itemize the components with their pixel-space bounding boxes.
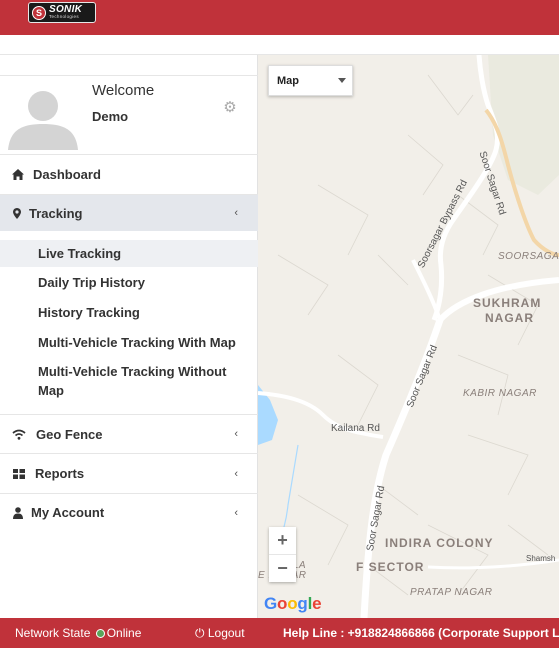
logout-link[interactable]: ⏻ Logout xyxy=(195,626,245,641)
network-state: Network State Online xyxy=(15,626,141,640)
area-label: PRATAP NAGAR xyxy=(410,587,493,598)
area-label: SOORSAGA xyxy=(498,251,559,262)
online-status-icon xyxy=(95,629,105,638)
wifi-icon xyxy=(12,427,26,441)
submenu-item-multi-vehicle-with-map[interactable]: Multi-Vehicle Tracking With Map xyxy=(0,333,258,352)
logo-mark-icon: S xyxy=(32,5,46,20)
sidebar-item-geo-fence[interactable]: Geo Fence ‹ xyxy=(0,415,258,453)
sidebar-item-tracking[interactable]: Tracking ‹ xyxy=(0,195,258,231)
area-label: F SECTOR xyxy=(356,560,425,574)
sidebar-item-label: Dashboard xyxy=(33,167,101,182)
user-profile-panel: Welcome Demo ⚙ xyxy=(0,75,258,155)
sidebar-item-label: My Account xyxy=(31,505,105,520)
logout-label: Logout xyxy=(207,626,245,640)
google-logo[interactable]: Google xyxy=(264,594,322,614)
map-view[interactable]: Map Soor Sagar Rd Soorsagar Bypass Rd SO… xyxy=(258,55,559,618)
sidebar-item-label: Geo Fence xyxy=(36,426,103,442)
zoom-in-button[interactable]: + xyxy=(269,527,296,554)
home-icon xyxy=(11,168,25,182)
helpline-text: Help Line : +918824866866 (Corporate Sup… xyxy=(283,626,559,640)
area-label: KABIR NAGAR xyxy=(463,388,537,399)
submenu-item-multi-vehicle-without-map[interactable]: Multi-Vehicle Tracking Without Map xyxy=(0,362,245,400)
submenu-item-daily-trip-history[interactable]: Daily Trip History xyxy=(0,273,258,292)
network-label: Network State xyxy=(15,626,91,640)
map-type-select[interactable]: Map xyxy=(268,65,353,96)
submenu-item-history-tracking[interactable]: History Tracking xyxy=(0,303,258,322)
chevron-left-icon: ‹ xyxy=(234,506,238,519)
chevron-left-icon: ‹ xyxy=(234,207,238,219)
road-label: Kailana Rd xyxy=(331,423,380,434)
sidebar-item-reports[interactable]: Reports ‹ xyxy=(0,454,258,493)
sidebar-item-dashboard[interactable]: Dashboard xyxy=(0,155,258,194)
caret-down-icon xyxy=(338,78,346,83)
sidebar-item-my-account[interactable]: My Account ‹ xyxy=(0,494,258,531)
username: Demo xyxy=(92,109,129,124)
network-status: Online xyxy=(106,626,142,640)
top-header-bar: S SONIK Technologies xyxy=(0,0,559,35)
user-icon xyxy=(11,506,25,520)
avatar xyxy=(8,84,78,150)
bottom-strip xyxy=(0,648,559,660)
sidebar-item-label: Tracking xyxy=(29,205,83,221)
map-zoom-controls: + − xyxy=(269,527,296,582)
sidebar-item-label: Reports xyxy=(35,466,85,481)
grid-icon xyxy=(12,467,26,481)
zoom-out-button[interactable]: − xyxy=(269,555,296,582)
gear-icon[interactable]: ⚙ xyxy=(222,100,238,116)
map-tiles xyxy=(258,55,559,618)
area-label: SUKHRAM xyxy=(473,296,542,310)
power-icon: ⏻ xyxy=(195,626,205,640)
area-label: NAGAR xyxy=(485,311,534,325)
chevron-left-icon: ‹ xyxy=(234,467,238,480)
chevron-left-icon: ‹ xyxy=(234,428,238,440)
welcome-text: Welcome xyxy=(92,82,155,99)
logo-sub: Technologies xyxy=(49,14,79,20)
area-label: INDIRA COLONY xyxy=(385,536,494,550)
secondary-header-bar xyxy=(0,35,559,55)
sidebar: Welcome Demo ⚙ Dashboard Tracking ‹ Live… xyxy=(0,55,258,618)
footer-bar: Network State Online ⏻ Logout Help Line … xyxy=(0,618,559,648)
map-marker-icon xyxy=(10,206,24,220)
map-type-value: Map xyxy=(277,74,299,87)
road-label: Shamsh xyxy=(526,554,556,563)
submenu-item-live-tracking[interactable]: Live Tracking xyxy=(0,240,258,267)
brand-logo[interactable]: S SONIK Technologies xyxy=(28,2,96,23)
